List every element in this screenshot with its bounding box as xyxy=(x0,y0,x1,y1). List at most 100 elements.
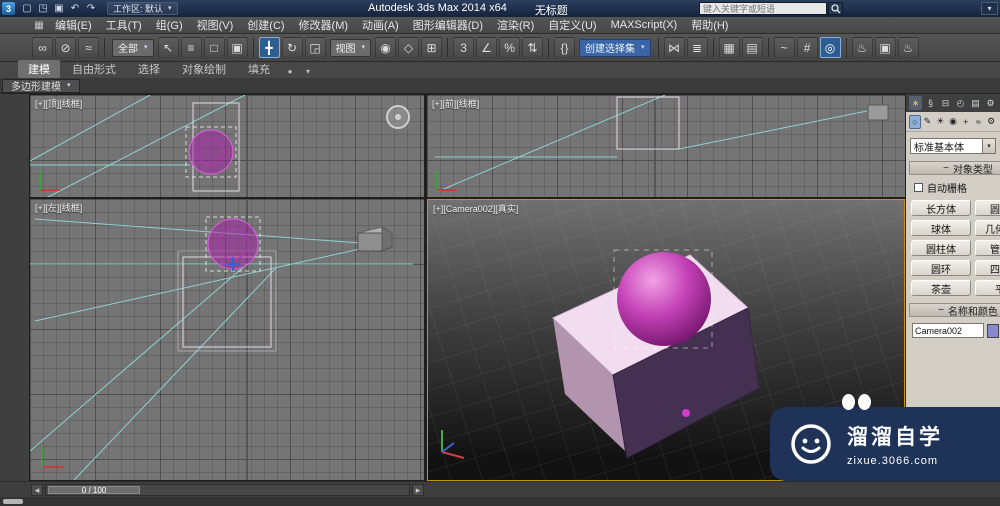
cone-button[interactable]: 圆锥体 xyxy=(975,200,1000,216)
selection-region-icon[interactable]: □ xyxy=(203,37,225,58)
viewport-left-label[interactable]: [+][左][线框] xyxy=(35,201,82,214)
pyramid-button[interactable]: 四棱锥 xyxy=(975,260,1000,276)
menu-customize[interactable]: 自定义(U) xyxy=(541,17,603,33)
primitive-type-dropdown[interactable]: 标准基本体 ▾ xyxy=(910,138,996,154)
lights-category-icon[interactable]: ☀ xyxy=(934,115,946,129)
systems-category-icon[interactable]: ⚙ xyxy=(985,115,997,129)
mirror-icon[interactable]: ⋈ xyxy=(663,37,685,58)
menu-graph-editors[interactable]: 图形编辑器(D) xyxy=(406,17,490,33)
save-file-icon[interactable]: ▣ xyxy=(51,1,67,16)
open-file-icon[interactable]: ◳ xyxy=(35,1,51,16)
status-icon[interactable] xyxy=(3,499,23,504)
menu-tools[interactable]: 工具(T) xyxy=(99,17,149,33)
bind-to-space-warp-icon[interactable]: ≈ xyxy=(78,37,99,58)
ribbon-pin-icon[interactable]: ● xyxy=(282,67,298,78)
align-icon[interactable]: ≣ xyxy=(686,37,708,58)
select-and-rotate-icon[interactable]: ↻ xyxy=(281,37,303,58)
menu-edit[interactable]: 编辑(E) xyxy=(48,17,99,33)
menu-rendering[interactable]: 渲染(R) xyxy=(490,17,541,33)
torus-button[interactable]: 圆环 xyxy=(911,260,971,276)
object-type-rollout[interactable]: − 对象类型 xyxy=(909,161,1000,176)
app-icon[interactable]: 3 xyxy=(2,2,15,15)
sphere-button[interactable]: 球体 xyxy=(911,220,971,236)
angle-snap-icon[interactable]: ∠ xyxy=(476,37,498,58)
unlink-selection-icon[interactable]: ⊘ xyxy=(55,37,76,58)
keyboard-override-icon[interactable]: ⊞ xyxy=(421,37,443,58)
viewport-front[interactable]: [+][前][线框] xyxy=(427,95,905,197)
selection-filter-dropdown[interactable]: 全部 ▾ xyxy=(112,38,154,57)
new-scene-icon[interactable]: ▢ xyxy=(19,1,35,16)
layer-manager-icon[interactable]: ▦ xyxy=(718,37,740,58)
viewport-left[interactable]: [+][左][线框] xyxy=(30,199,424,480)
cameras-category-icon[interactable]: ◉ xyxy=(947,115,959,129)
select-and-link-icon[interactable]: ∞ xyxy=(32,37,53,58)
viewport-top[interactable]: [+][顶][线框] xyxy=(30,95,424,197)
search-icon[interactable] xyxy=(828,2,843,15)
object-color-swatch[interactable] xyxy=(987,323,999,338)
ribbon-toggle-icon[interactable]: ▤ xyxy=(741,37,763,58)
display-tab-icon[interactable]: ▤ xyxy=(969,96,982,110)
named-selection-sets-dropdown[interactable]: 创建选择集 ▾ xyxy=(579,38,651,57)
tube-button[interactable]: 管状体 xyxy=(975,240,1000,256)
timeline-track[interactable]: 0 / 100 xyxy=(45,484,410,496)
material-editor-icon[interactable]: ◎ xyxy=(819,37,841,58)
motion-tab-icon[interactable]: ◴ xyxy=(954,96,967,110)
workspace-dropdown[interactable]: 工作区: 默认 ▾ xyxy=(107,2,178,15)
utilities-tab-icon[interactable]: ⚙ xyxy=(984,96,997,110)
helpers-category-icon[interactable]: + xyxy=(960,115,972,129)
menu-group[interactable]: 组(G) xyxy=(149,17,190,33)
spinner-snap-icon[interactable]: ⇅ xyxy=(522,37,544,58)
render-setup-icon[interactable]: ♨ xyxy=(851,37,873,58)
menu-modifiers[interactable]: 修改器(M) xyxy=(292,17,356,33)
select-object-icon[interactable]: ↖ xyxy=(157,37,179,58)
app-menu-icon[interactable]: ▦ xyxy=(30,20,48,31)
name-color-rollout[interactable]: − 名称和颜色 xyxy=(909,303,1000,318)
curve-editor-icon[interactable]: ~ xyxy=(773,37,795,58)
reference-coordinate-dropdown[interactable]: 视图 ▾ xyxy=(329,38,372,57)
search-input[interactable] xyxy=(699,2,827,15)
snap-toggle-icon[interactable]: 3 xyxy=(453,37,475,58)
select-by-name-icon[interactable]: ≡ xyxy=(180,37,202,58)
modify-tab-icon[interactable]: § xyxy=(924,96,937,110)
edit-named-selection-sets-icon[interactable]: {} xyxy=(554,37,576,58)
box-button[interactable]: 长方体 xyxy=(911,200,971,216)
hierarchy-tab-icon[interactable]: ⊟ xyxy=(939,96,952,110)
redo-icon[interactable]: ↷ xyxy=(83,1,99,16)
use-pivot-center-icon[interactable]: ◉ xyxy=(375,37,397,58)
window-crossing-icon[interactable]: ▣ xyxy=(226,37,248,58)
ribbon-tab-freeform[interactable]: 自由形式 xyxy=(62,60,126,78)
select-and-manipulate-icon[interactable]: ◇ xyxy=(398,37,420,58)
menu-maxscript[interactable]: MAXScript(X) xyxy=(604,19,685,31)
teapot-button[interactable]: 茶壶 xyxy=(911,280,971,296)
plane-button[interactable]: 平面 xyxy=(975,280,1000,296)
geometry-category-icon[interactable]: ○ xyxy=(909,114,921,129)
schematic-view-icon[interactable]: # xyxy=(796,37,818,58)
ribbon-tab-selection[interactable]: 选择 xyxy=(128,60,170,78)
timeline-prev-arrow[interactable]: ◂ xyxy=(31,484,43,496)
menu-help[interactable]: 帮助(H) xyxy=(684,17,735,33)
menu-views[interactable]: 视图(V) xyxy=(190,17,241,33)
autogrid-checkbox[interactable] xyxy=(914,183,923,192)
percent-snap-icon[interactable]: % xyxy=(499,37,521,58)
select-and-scale-icon[interactable]: ◲ xyxy=(304,37,326,58)
rendered-frame-window-icon[interactable]: ▣ xyxy=(874,37,896,58)
timeline-next-arrow[interactable]: ▸ xyxy=(412,484,424,496)
ribbon-tab-object-paint[interactable]: 对象绘制 xyxy=(172,60,236,78)
ribbon-tab-populate[interactable]: 填充 xyxy=(238,60,280,78)
ribbon-tab-modeling[interactable]: 建模 xyxy=(18,60,60,78)
timeline-slider[interactable]: 0 / 100 xyxy=(48,486,140,495)
polygon-modeling-tab[interactable]: 多边形建模 ▾ xyxy=(2,78,80,93)
space-warps-category-icon[interactable]: ≈ xyxy=(973,115,985,129)
select-and-move-icon[interactable]: ╋ xyxy=(258,37,280,58)
shapes-category-icon[interactable]: ✎ xyxy=(922,115,934,129)
menu-create[interactable]: 创建(C) xyxy=(240,17,291,33)
render-production-icon[interactable]: ♨ xyxy=(897,37,919,58)
create-tab-icon[interactable]: ∗ xyxy=(909,96,922,110)
cylinder-button[interactable]: 圆柱体 xyxy=(911,240,971,256)
viewport-top-label[interactable]: [+][顶][线框] xyxy=(35,97,82,110)
ribbon-minimize-icon[interactable]: ▾ xyxy=(300,67,316,78)
geosphere-button[interactable]: 几何球体 xyxy=(975,220,1000,236)
titlebar-menu-button[interactable]: ▾ xyxy=(981,2,998,15)
viewport-camera-label[interactable]: [+][Camera002][真实] xyxy=(433,202,518,215)
undo-icon[interactable]: ↶ xyxy=(67,1,83,16)
